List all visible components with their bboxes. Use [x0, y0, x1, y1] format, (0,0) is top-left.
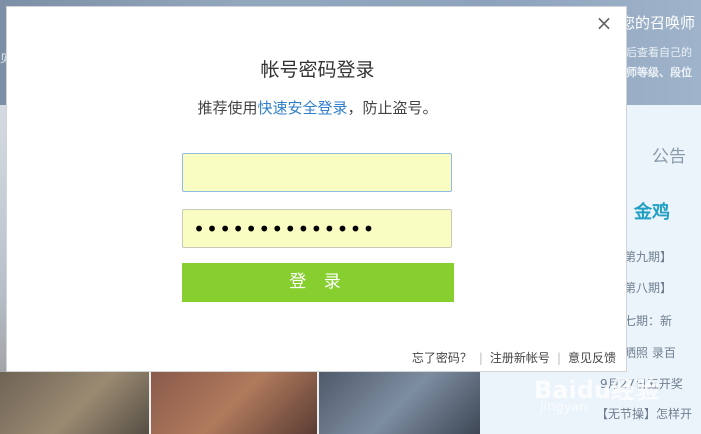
forgot-password-link[interactable]: 忘了密码？ — [412, 351, 472, 365]
username-input[interactable] — [182, 153, 452, 192]
link-separator: | — [478, 351, 483, 365]
background-summoner-title: 您的召唤师 — [620, 14, 696, 32]
dialog-subtitle: 推荐使用快速安全登录，防止盗号。 — [7, 97, 628, 118]
background-summoner-line: 后查看自己的 — [626, 46, 692, 59]
background-thumbnail[interactable] — [0, 372, 166, 434]
quick-secure-login-link[interactable]: 快速安全登录 — [257, 99, 347, 117]
login-dialog: × 帐号密码登录 推荐使用快速安全登录，防止盗号。 登 录 忘了密码？ | 注册新帐… — [6, 6, 627, 372]
password-input[interactable] — [182, 209, 452, 248]
notice-list-item[interactable]: 【无节操】怎样开 — [596, 405, 692, 422]
link-separator: | — [556, 351, 561, 365]
background-thumbnail[interactable] — [317, 372, 482, 434]
dialog-footer-links: 忘了密码？ | 注册新帐号 | 意见反馈 — [412, 349, 616, 366]
register-link[interactable]: 注册新帐号 — [490, 351, 550, 365]
background-thumbnail[interactable] — [149, 372, 317, 434]
tab-notice[interactable]: 公告 — [652, 142, 686, 167]
dialog-title: 帐号密码登录 — [260, 59, 375, 81]
background-thumbnail-strip — [0, 372, 482, 434]
subtitle-suffix: ，防止盗号。 — [347, 99, 438, 117]
feedback-link[interactable]: 意见反馈 — [568, 351, 616, 365]
baidu-watermark-sub: jingyan — [540, 400, 588, 415]
close-icon[interactable]: × — [591, 11, 617, 35]
subtitle-prefix: 推荐使用 — [197, 99, 258, 117]
background-summoner-line: 师等级、段位 — [626, 66, 692, 79]
login-button[interactable]: 登 录 — [182, 263, 454, 302]
